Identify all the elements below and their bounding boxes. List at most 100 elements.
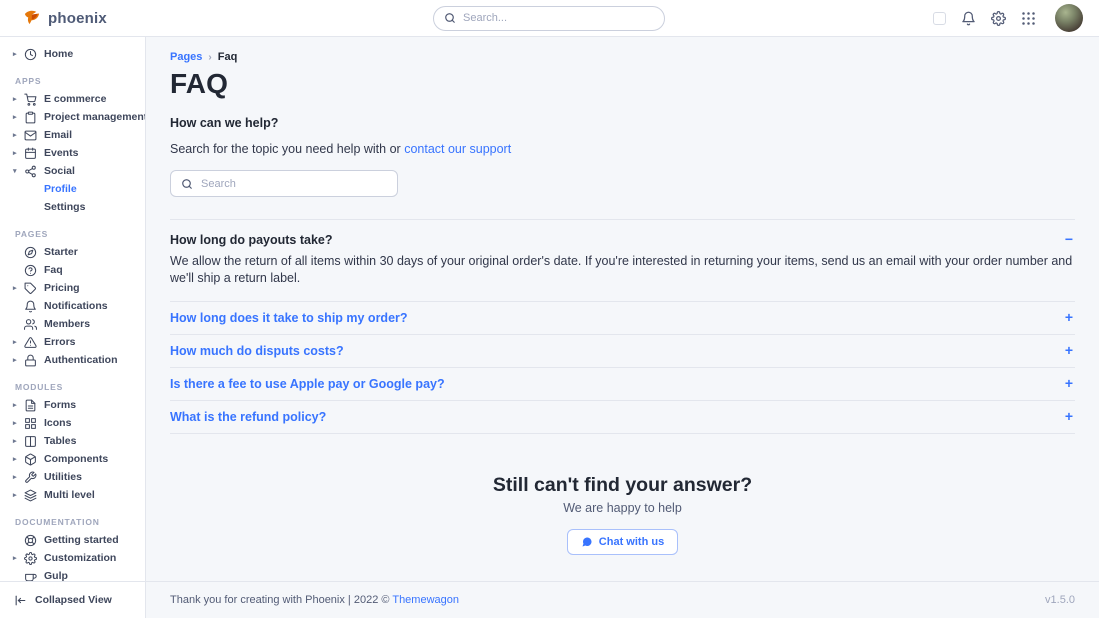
chevron-right-icon: ▸ [13, 356, 24, 364]
faq-item-how-long-do-payouts-take-: How long do payouts take?−We allow the r… [170, 219, 1075, 287]
themewagon-link[interactable]: Themewagon [392, 594, 459, 606]
sidebar-item-label: Home [44, 48, 73, 60]
footer-text: Thank you for creating with Phoenix | 20… [170, 594, 389, 606]
chevron-right-icon: ▸ [13, 419, 24, 427]
faq-accordion: How long do payouts take?−We allow the r… [170, 219, 1075, 434]
sidebar-section-label-documentation: DOCUMENTATION [13, 513, 141, 531]
breadcrumb-pages-link[interactable]: Pages [170, 51, 202, 63]
sidebar-item-authentication[interactable]: ▸ Authentication [13, 351, 141, 369]
main-content: Pages › Faq FAQ How can we help? Search … [146, 37, 1099, 618]
sidebar-subitem-settings[interactable]: Settings [13, 198, 141, 216]
chat-with-us-button[interactable]: Chat with us [567, 529, 678, 555]
sidebar-item-members[interactable]: Members [13, 315, 141, 333]
sidebar-item-notifications[interactable]: Notifications [13, 297, 141, 315]
sidebar-item-pricing[interactable]: ▸Pricing [13, 279, 141, 297]
sidebar-item-tables[interactable]: ▸Tables [13, 432, 141, 450]
sidebar-item-gulp[interactable]: Gulp [13, 567, 141, 581]
sidebar-item-utilities[interactable]: ▸ Utilities [13, 468, 141, 486]
faq-question-toggle[interactable]: What is the refund policy? + [170, 401, 1075, 433]
sidebar-item-icons[interactable]: ▸Icons [13, 414, 141, 432]
chevron-right-icon: ▸ [13, 401, 24, 409]
intro-text-span: Search for the topic you need help with … [170, 142, 401, 156]
sidebar-item-events[interactable]: ▸Events [13, 144, 141, 162]
contact-support-link[interactable]: contact our support [404, 142, 511, 156]
chevron-right-icon: ▸ [13, 50, 24, 58]
sidebar-item-faq[interactable]: Faq [13, 261, 141, 279]
collapsed-view-label: Collapsed View [35, 594, 112, 606]
chevron-down-icon: ▾ [13, 167, 24, 175]
cup-icon [24, 570, 37, 582]
clipboard-icon [24, 111, 37, 124]
sidebar-item-email[interactable]: ▸Email [13, 126, 141, 144]
navbar-actions [933, 4, 1083, 32]
gear-icon [24, 552, 37, 565]
apps-grid-icon[interactable] [1021, 11, 1036, 26]
theme-toggle-icon[interactable] [933, 12, 946, 25]
navbar-search [433, 6, 665, 31]
grid-icon [24, 417, 37, 430]
chevron-right-icon: ▸ [13, 554, 24, 562]
sidebar-item-label: Social [44, 165, 75, 177]
sidebar-item-getting-started[interactable]: Getting started [13, 531, 141, 549]
expand-plus-icon: + [1065, 410, 1073, 422]
cta-title: Still can't find your answer? [170, 474, 1075, 497]
sidebar-item-multi-level[interactable]: ▸Multi level [13, 486, 141, 504]
lock-icon [24, 354, 37, 367]
sidebar-item-errors[interactable]: ▸Errors [13, 333, 141, 351]
sidebar-item-home[interactable]: ▸ Home [13, 45, 141, 63]
chevron-right-icon: ▸ [13, 473, 24, 481]
tool-icon [24, 471, 37, 484]
navbar-search-input[interactable] [463, 12, 654, 24]
sidebar-item-forms[interactable]: ▸Forms [13, 396, 141, 414]
sidebar-item-label: Notifications [44, 300, 108, 312]
user-avatar[interactable] [1055, 4, 1083, 32]
sidebar-item-components[interactable]: ▸Components [13, 450, 141, 468]
gear-icon[interactable] [991, 11, 1006, 26]
phoenix-logo-icon [22, 8, 42, 28]
faq-question-toggle[interactable]: How much do disputs costs? + [170, 335, 1075, 367]
faq-question-toggle[interactable]: How long do payouts take?− [170, 220, 1075, 247]
sidebar-item-label: Authentication [44, 354, 118, 366]
bell-icon [24, 300, 37, 313]
sidebar-item-customization[interactable]: ▸Customization [13, 549, 141, 567]
chevron-right-icon: ▸ [13, 149, 24, 157]
sidebar-item-social[interactable]: ▾ Social [13, 162, 141, 180]
chevron-right-icon: ▸ [13, 131, 24, 139]
sidebar-subitem-profile[interactable]: Profile [13, 180, 141, 198]
faq-question-toggle[interactable]: How long does it take to ship my order? + [170, 302, 1075, 334]
faq-search-input[interactable] [201, 178, 387, 190]
bell-icon[interactable] [961, 11, 976, 26]
cta-subtitle: We are happy to help [170, 501, 1075, 515]
faq-item-how-much-do-disputs-costs-: How much do disputs costs? + [170, 334, 1075, 367]
chevron-right-icon: ▸ [13, 95, 24, 103]
expand-plus-icon: + [1065, 377, 1073, 389]
logo[interactable]: phoenix [22, 8, 107, 28]
sidebar-item-label: Components [44, 453, 108, 465]
cta-section: Still can't find your answer? We are hap… [170, 474, 1075, 555]
intro-text: Search for the topic you need help with … [170, 142, 1075, 156]
breadcrumb-current: Faq [218, 51, 238, 63]
sidebar-item-label: Faq [44, 264, 63, 276]
expand-plus-icon: + [1065, 311, 1073, 323]
sidebar-item-label: Tables [44, 435, 76, 447]
footer-credit: Thank you for creating with Phoenix | 20… [170, 594, 459, 606]
sidebar-item-starter[interactable]: Starter [13, 243, 141, 261]
faq-question: How long does it take to ship my order? [170, 311, 408, 325]
footer: Thank you for creating with Phoenix | 20… [146, 581, 1099, 618]
help-heading: How can we help? [170, 116, 1075, 130]
faq-question: What is the refund policy? [170, 410, 326, 424]
sidebar-item-e-commerce[interactable]: ▸E commerce [13, 90, 141, 108]
expand-plus-icon: + [1065, 344, 1073, 356]
sidebar-item-label: Project management [44, 111, 145, 123]
tag-icon [24, 282, 37, 295]
faq-question-toggle[interactable]: Is there a fee to use Apple pay or Googl… [170, 368, 1075, 400]
sidebar-item-project-management[interactable]: ▸Project management [13, 108, 141, 126]
clock-icon [24, 48, 37, 61]
faq-search [170, 170, 398, 197]
sidebar-section-label-apps: APPS [13, 72, 141, 90]
cart-icon [24, 93, 37, 106]
collapse-arrow-icon [14, 594, 27, 607]
faq-question: How much do disputs costs? [170, 344, 344, 358]
sidebar-item-label: Utilities [44, 471, 82, 483]
collapsed-view-toggle[interactable]: Collapsed View [0, 581, 145, 618]
